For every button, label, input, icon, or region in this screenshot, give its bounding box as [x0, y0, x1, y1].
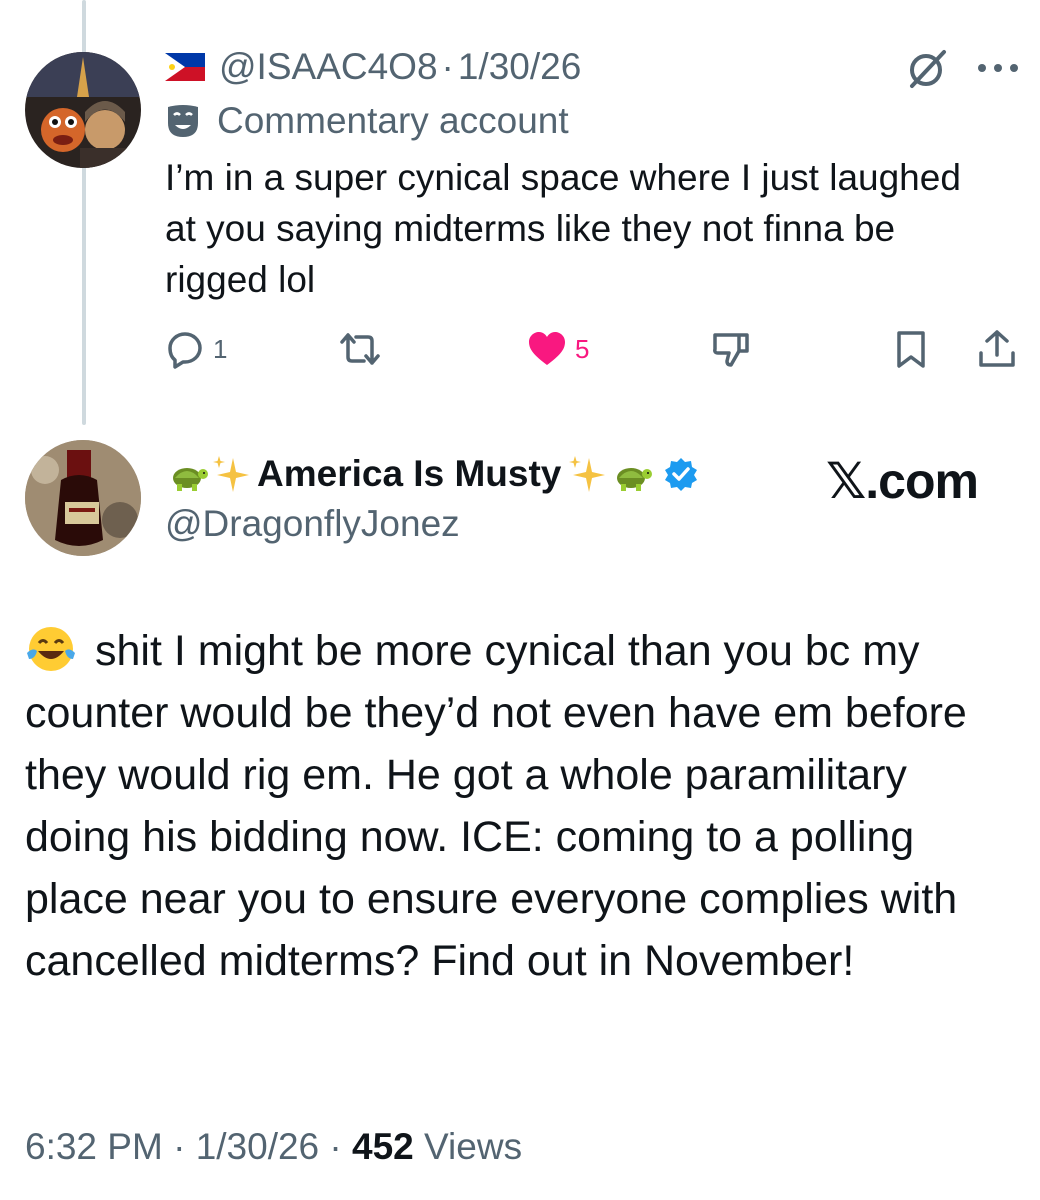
post-date[interactable]: 1/30/26 — [196, 1126, 319, 1167]
views-label: Views — [424, 1126, 523, 1167]
like-button[interactable]: 5 — [527, 326, 589, 372]
like-count: 5 — [575, 333, 590, 364]
post-meta: 6:32 PM · 1/30/26 · 452 Views — [25, 1126, 522, 1168]
bookmark-button[interactable] — [891, 326, 931, 372]
separator-dot: · — [329, 1126, 342, 1167]
reply-date[interactable]: 1/30/26 — [458, 46, 581, 88]
laughing-tears-emoji — [27, 627, 75, 671]
philippines-flag-icon — [165, 53, 205, 81]
repost-icon — [340, 333, 380, 365]
more-icon[interactable] — [976, 60, 1020, 76]
repost-button[interactable] — [340, 326, 380, 372]
grok-icon[interactable] — [906, 48, 948, 90]
reply-actions: 1 5 — [165, 326, 1025, 372]
reply-header: @ISAAC4O8 · 1/30/26 — [165, 46, 581, 88]
share-button[interactable] — [977, 326, 1017, 372]
verified-badge-icon — [665, 458, 698, 491]
reply-handle[interactable]: @ISAAC4O8 — [219, 46, 438, 88]
turtle-emoji — [173, 468, 208, 491]
separator-dot: · — [441, 46, 454, 87]
post-avatar[interactable] — [25, 440, 141, 556]
post-text-body: shit I might be more cynical than you bc… — [25, 627, 967, 985]
post-author-name-row[interactable]: America Is Musty — [165, 452, 699, 496]
sparkles-emoji — [569, 456, 606, 492]
account-label: Commentary account — [165, 100, 569, 142]
separator-dot: · — [173, 1126, 186, 1167]
views-count: 452 — [352, 1126, 414, 1167]
reply-count: 1 — [213, 333, 228, 364]
reply-button[interactable]: 1 — [165, 326, 227, 372]
dislike-icon — [713, 333, 749, 367]
post-author-handle[interactable]: @DragonflyJonez — [165, 503, 460, 545]
sparkles-emoji — [213, 456, 249, 492]
share-icon — [979, 330, 1015, 367]
mask-icon — [168, 105, 198, 137]
post-author-name[interactable]: America Is Musty — [257, 453, 561, 495]
post-time[interactable]: 6:32 PM — [25, 1126, 163, 1167]
dislike-button[interactable] — [711, 326, 751, 372]
reply-avatar[interactable] — [25, 52, 141, 168]
account-label-text: Commentary account — [217, 100, 569, 141]
post-text: shit I might be more cynical than you bc… — [25, 620, 1015, 992]
x-com-watermark: 𝕏.com — [826, 453, 979, 509]
reply-text: I’m in a super cynical space where I jus… — [165, 157, 961, 300]
turtle-emoji — [617, 468, 653, 491]
bookmark-icon — [897, 331, 925, 368]
reply-icon — [168, 332, 202, 369]
heart-icon — [529, 332, 565, 365]
